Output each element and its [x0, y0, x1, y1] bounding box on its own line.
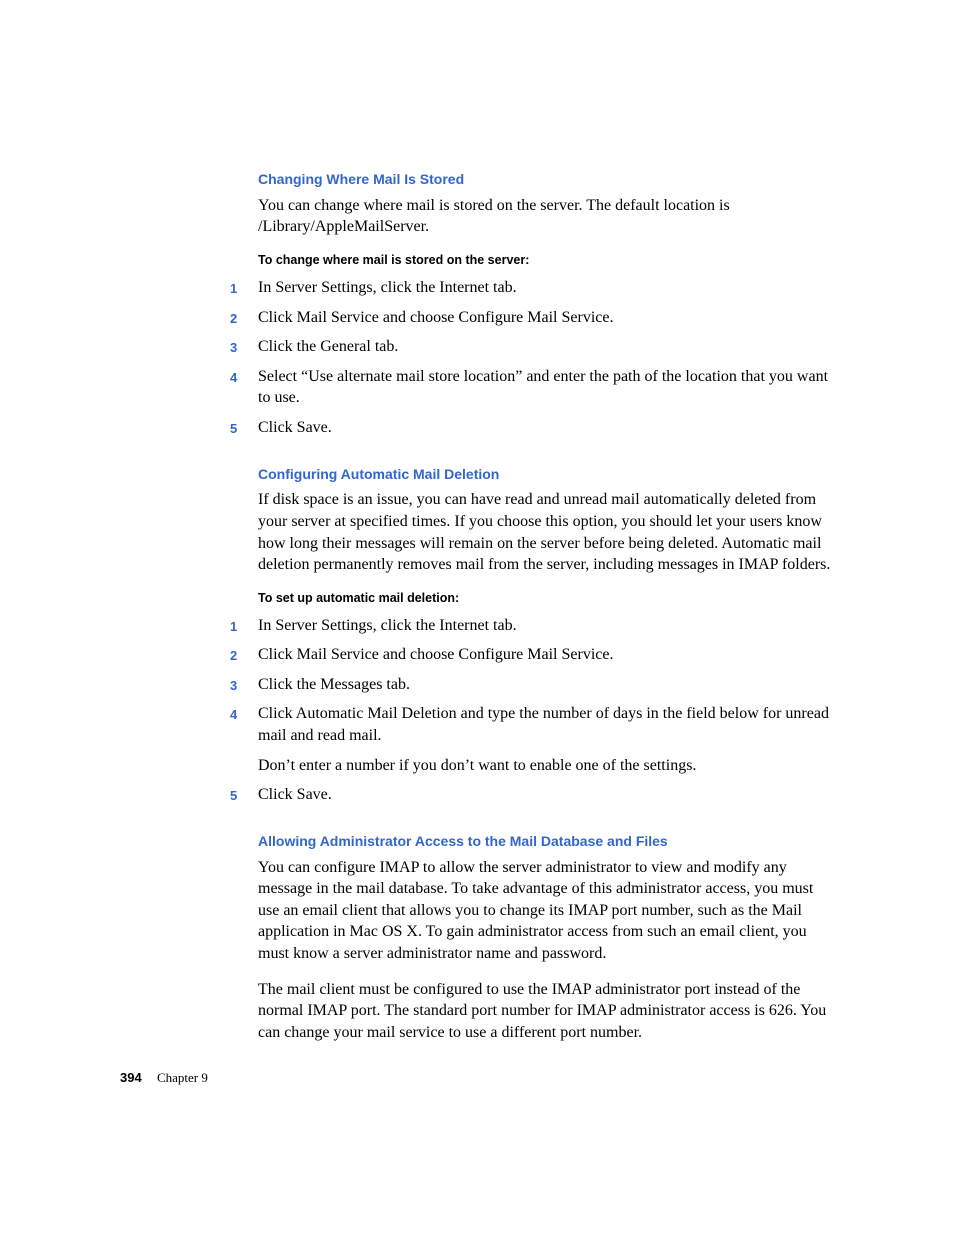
- body-paragraph: The mail client must be configured to us…: [258, 979, 838, 1044]
- step-number: 5: [230, 417, 258, 438]
- step-item: 3 Click the Messages tab.: [258, 674, 838, 696]
- step-text: Click Automatic Mail Deletion and type t…: [258, 703, 838, 746]
- step-item: 1 In Server Settings, click the Internet…: [258, 277, 838, 299]
- step-number: 4: [230, 703, 258, 724]
- step-number: 1: [230, 277, 258, 298]
- step-text: Click Mail Service and choose Configure …: [258, 307, 838, 329]
- step-item: 5 Click Save.: [258, 417, 838, 439]
- step-number: 2: [230, 307, 258, 328]
- step-number: 2: [230, 644, 258, 665]
- step-number: 1: [230, 615, 258, 636]
- step-text: Click Save.: [258, 784, 838, 806]
- step-text: Select “Use alternate mail store locatio…: [258, 366, 838, 409]
- step-text: Click the General tab.: [258, 336, 838, 358]
- body-paragraph: You can configure IMAP to allow the serv…: [258, 857, 838, 965]
- step-item: 5 Click Save.: [258, 784, 838, 806]
- page-number: 394: [120, 1070, 142, 1085]
- step-number: 5: [230, 784, 258, 805]
- step-item: 1 In Server Settings, click the Internet…: [258, 615, 838, 637]
- step-item: 4 Click Automatic Mail Deletion and type…: [258, 703, 838, 746]
- step-text: Click Save.: [258, 417, 838, 439]
- section-heading: Configuring Automatic Mail Deletion: [258, 465, 838, 484]
- section-automatic-deletion: Configuring Automatic Mail Deletion If d…: [258, 465, 838, 806]
- body-paragraph: You can change where mail is stored on t…: [258, 195, 838, 238]
- step-note: Don’t enter a number if you don’t want t…: [258, 755, 838, 777]
- body-paragraph: If disk space is an issue, you can have …: [258, 489, 838, 575]
- step-number: 3: [230, 336, 258, 357]
- step-item: 4 Select “Use alternate mail store locat…: [258, 366, 838, 409]
- section-admin-access: Allowing Administrator Access to the Mai…: [258, 832, 838, 1044]
- page-content: Changing Where Mail Is Stored You can ch…: [258, 170, 838, 1069]
- step-text: In Server Settings, click the Internet t…: [258, 277, 838, 299]
- step-number: 4: [230, 366, 258, 387]
- step-text: In Server Settings, click the Internet t…: [258, 615, 838, 637]
- section-changing-mail-storage: Changing Where Mail Is Stored You can ch…: [258, 170, 838, 439]
- section-heading: Changing Where Mail Is Stored: [258, 170, 838, 189]
- step-text: Click Mail Service and choose Configure …: [258, 644, 838, 666]
- section-heading: Allowing Administrator Access to the Mai…: [258, 832, 838, 851]
- chapter-label: Chapter 9: [157, 1070, 208, 1085]
- step-list: 1 In Server Settings, click the Internet…: [258, 277, 838, 439]
- page-footer: 394 Chapter 9: [120, 1069, 208, 1087]
- procedure-subhead: To set up automatic mail deletion:: [258, 590, 838, 607]
- procedure-subhead: To change where mail is stored on the se…: [258, 252, 838, 269]
- step-text: Click the Messages tab.: [258, 674, 838, 696]
- step-number: 3: [230, 674, 258, 695]
- step-list: 1 In Server Settings, click the Internet…: [258, 615, 838, 806]
- step-item: 2 Click Mail Service and choose Configur…: [258, 307, 838, 329]
- step-item: 3 Click the General tab.: [258, 336, 838, 358]
- step-item: 2 Click Mail Service and choose Configur…: [258, 644, 838, 666]
